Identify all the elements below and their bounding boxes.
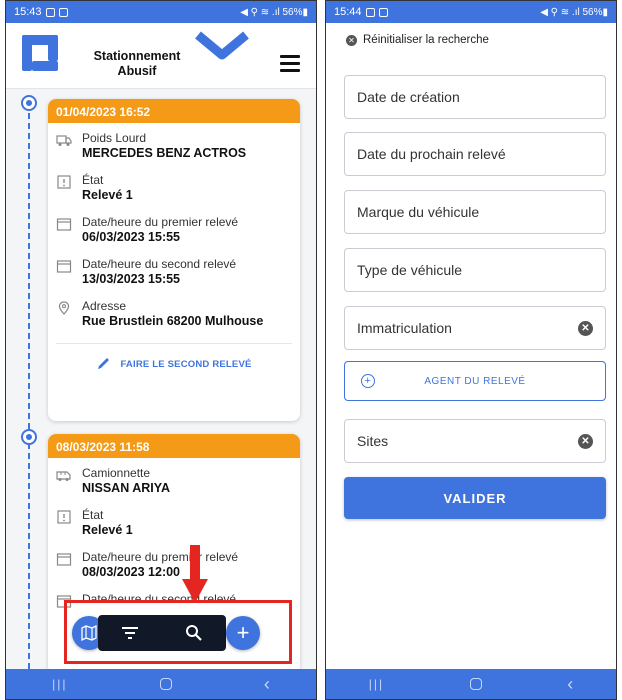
add-agent-label: AGENT DU RELEVÉ	[424, 375, 526, 387]
reset-search-link[interactable]: ✕ Réinitialiser la recherche	[346, 31, 616, 49]
pencil-icon	[98, 358, 110, 369]
notification-icon	[365, 7, 375, 17]
creation-date-placeholder: Date de création	[357, 89, 460, 105]
next-reading-placeholder: Date du prochain relevé	[357, 146, 506, 162]
vehicle-brand-field[interactable]: Marque du véhicule	[344, 190, 606, 234]
chevron-down-icon[interactable]	[192, 31, 252, 61]
status-time: 15:44	[334, 6, 362, 18]
reset-search-label: Réinitialiser la recherche	[363, 34, 489, 46]
van-icon	[56, 471, 71, 481]
vehicle-type-field[interactable]: Type de véhicule	[344, 248, 606, 292]
state-field: État Relevé 1	[48, 173, 300, 203]
first-reading-field: Date/heure du premier relevé 08/03/2023 …	[48, 550, 300, 580]
recent-apps-icon[interactable]: |||	[369, 677, 384, 691]
calendar-icon	[56, 260, 72, 273]
address-value: Rue Brustlein 68200 Mulhouse	[82, 314, 264, 328]
card-date: 08/03/2023 11:58	[48, 434, 300, 458]
address-field: Adresse Rue Brustlein 68200 Mulhouse	[48, 299, 300, 329]
truck-icon	[56, 135, 72, 146]
creation-date-field[interactable]: Date de création	[344, 75, 606, 119]
next-reading-date-field[interactable]: Date du prochain relevé	[344, 132, 606, 176]
clear-icon[interactable]: ✕	[578, 321, 593, 336]
home-icon[interactable]	[159, 678, 172, 690]
clear-icon[interactable]: ✕	[578, 434, 593, 449]
first-reading-field: Date/heure du premier relevé 06/03/2023 …	[48, 215, 300, 245]
second-reading-button-label: FAIRE LE SECOND RELEVÉ	[120, 358, 252, 370]
second-reading-button[interactable]: FAIRE LE SECOND RELEVÉ	[48, 344, 300, 384]
sites-placeholder: Sites	[357, 433, 389, 449]
android-nav-bar: ||| ‹	[6, 669, 316, 699]
alert-icon	[57, 510, 71, 524]
first-reading-value: 06/03/2023 15:55	[82, 230, 181, 244]
record-card[interactable]: 01/04/2023 16:52 Poids Lourd MERCEDES BE…	[48, 99, 300, 421]
vehicle-brand-placeholder: Marque du véhicule	[357, 204, 480, 220]
first-reading-label: Date/heure du premier relevé	[82, 215, 239, 229]
vehicle-field: Camionnette NISSAN ARIYA	[48, 466, 300, 496]
second-reading-field: Date/heure du second relevé 13/03/2023 1…	[48, 257, 300, 287]
recent-apps-icon[interactable]: |||	[52, 677, 67, 691]
timeline-dot	[21, 95, 37, 111]
state-value: Relevé 1	[82, 523, 133, 537]
app-header: Stationnement Abusif	[6, 23, 316, 89]
app-logo	[22, 35, 58, 71]
notification-icon	[378, 7, 388, 17]
calendar-icon	[56, 553, 72, 566]
status-indicators: ◀ ⚲ ≋ .ıl 56%▮	[540, 6, 608, 18]
android-nav-bar: ||| ‹	[326, 669, 616, 699]
home-icon[interactable]	[469, 678, 482, 690]
vehicle-type-placeholder: Type de véhicule	[357, 262, 463, 278]
add-agent-button[interactable]: + AGENT DU RELEVÉ	[344, 361, 606, 401]
plate-field[interactable]: Immatriculation ✕	[344, 306, 606, 350]
right-phone-screen: 15:44 ◀ ⚲ ≋ .ıl 56%▮ ✕ Réinitialiser la …	[325, 0, 617, 700]
plus-circle-icon: +	[361, 374, 375, 388]
highlight-annotation	[64, 600, 292, 664]
state-label: État	[82, 508, 104, 522]
status-bar: 15:44 ◀ ⚲ ≋ .ıl 56%▮	[326, 1, 616, 23]
vehicle-model: NISSAN ARIYA	[82, 481, 170, 495]
validate-button[interactable]: VALIDER	[344, 477, 606, 519]
vehicle-type: Poids Lourd	[82, 131, 147, 145]
state-value: Relevé 1	[82, 188, 133, 202]
timeline-dot	[21, 429, 37, 445]
second-reading-label: Date/heure du second relevé	[82, 257, 237, 271]
status-indicators: ◀ ⚲ ≋ .ıl 56%▮	[240, 6, 308, 18]
calendar-icon	[56, 218, 72, 231]
validate-label: VALIDER	[443, 490, 507, 506]
sites-field[interactable]: Sites ✕	[344, 419, 606, 463]
notification-icon	[45, 7, 55, 17]
plate-placeholder: Immatriculation	[357, 320, 452, 336]
back-icon[interactable]: ‹	[567, 674, 573, 695]
left-phone-screen: 15:43 ◀ ⚲ ≋ .ıl 56%▮ Stationnement Abusi…	[5, 0, 317, 700]
card-date: 01/04/2023 16:52	[48, 99, 300, 123]
close-icon: ✕	[346, 34, 357, 46]
vehicle-type: Camionnette	[82, 466, 151, 480]
vehicle-field: Poids Lourd MERCEDES BENZ ACTROS	[48, 131, 300, 161]
state-label: État	[82, 173, 104, 187]
location-pin-icon	[58, 301, 70, 315]
page-title: Stationnement Abusif	[93, 49, 181, 78]
second-reading-value: 13/03/2023 15:55	[82, 272, 181, 286]
timeline-line	[28, 103, 30, 669]
vehicle-model: MERCEDES BENZ ACTROS	[82, 146, 247, 160]
arrow-down-icon	[182, 545, 208, 603]
menu-icon[interactable]	[280, 55, 300, 76]
notification-icon	[58, 7, 68, 17]
status-bar: 15:43 ◀ ⚲ ≋ .ıl 56%▮	[6, 1, 316, 23]
back-icon[interactable]: ‹	[264, 674, 270, 695]
address-label: Adresse	[82, 299, 127, 313]
status-time: 15:43	[14, 6, 42, 18]
state-field: État Relevé 1	[48, 508, 300, 538]
alert-icon	[57, 175, 71, 189]
